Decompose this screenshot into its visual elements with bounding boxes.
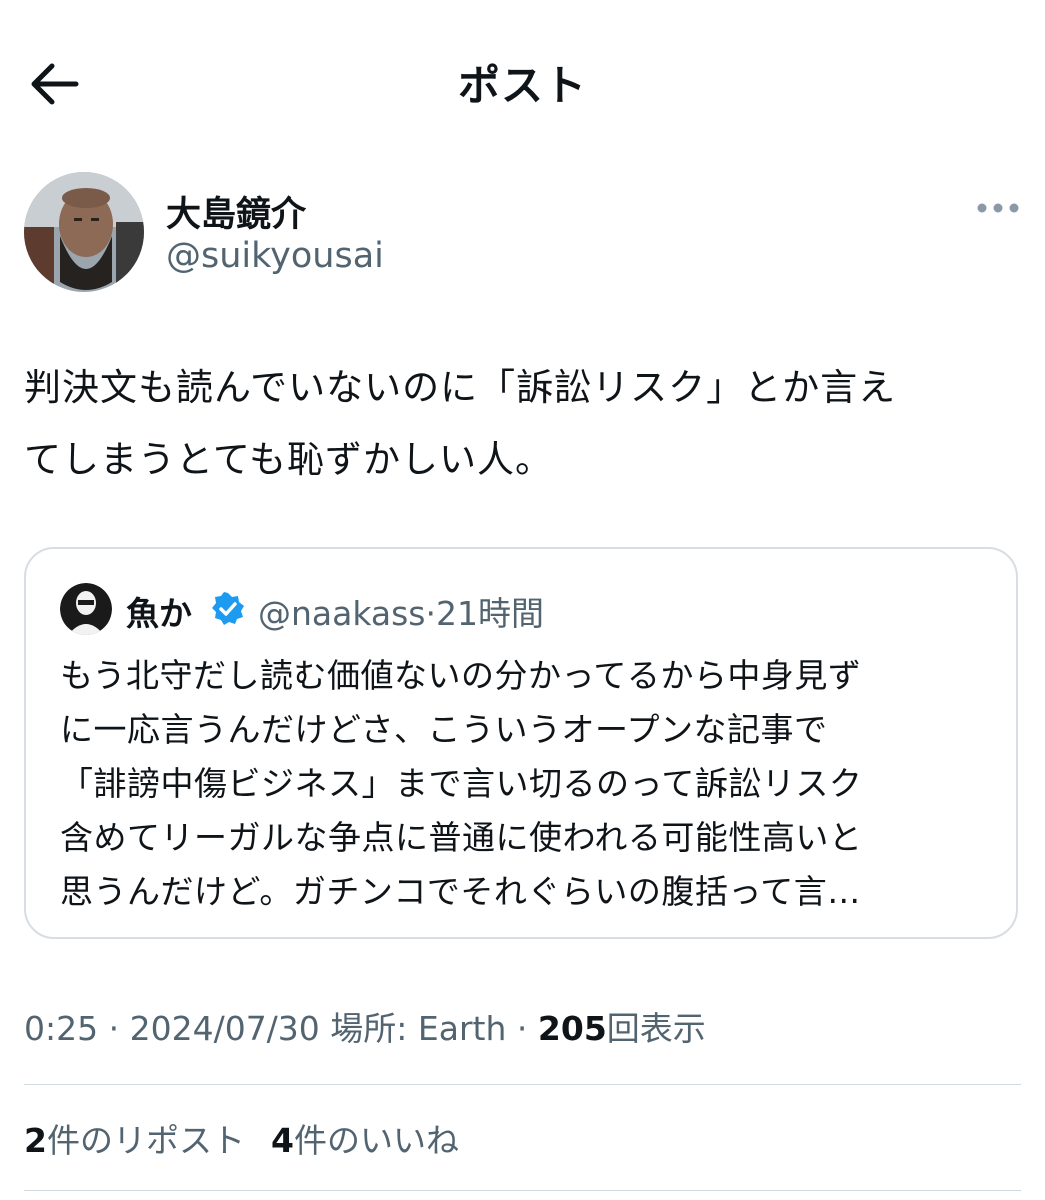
likes-count: 4 xyxy=(270,1121,294,1160)
page-title: ポスト xyxy=(457,61,587,110)
more-horizontal-icon xyxy=(977,203,1019,213)
meta-separator: · xyxy=(98,1009,130,1048)
verified-badge-icon xyxy=(210,591,246,627)
author-display-name[interactable]: 大島鏡介 xyxy=(166,186,306,237)
views-label: 回表示 xyxy=(606,1009,706,1048)
quoted-avatar-image xyxy=(60,583,112,635)
author-handle[interactable]: @suikyousai xyxy=(166,236,384,276)
quoted-handle: @naakass xyxy=(258,594,426,633)
reposts-label: 件のリポスト xyxy=(46,1121,245,1160)
quoted-display-name: 魚か xyxy=(126,594,192,633)
post-author: 大島鏡介 @suikyousai xyxy=(24,172,1024,296)
top-bar: ポスト xyxy=(0,0,1045,165)
post-time[interactable]: 0:25 xyxy=(24,1009,98,1048)
meta-separator: · xyxy=(506,1009,538,1048)
post-metadata: 0:25 · 2024/07/30 場所: Earth · 205回表示 xyxy=(24,1002,706,1050)
quoted-time: 21時間 xyxy=(436,594,544,633)
likes-stat[interactable]: 4件のいいね xyxy=(271,1121,459,1160)
post-text: 判決文も読んでいないのに「訴訟リスク」とか言え てしまうとても恥ずかしい人。 xyxy=(24,366,897,481)
reposts-count: 2 xyxy=(24,1121,47,1160)
divider xyxy=(24,1084,1021,1085)
likes-label: 件のいいね xyxy=(293,1121,459,1160)
quoted-separator: · xyxy=(425,594,437,633)
reposts-stat[interactable]: 2件のリポスト xyxy=(24,1121,245,1160)
views-count: 205 xyxy=(537,1009,607,1048)
divider xyxy=(24,1190,1021,1191)
post-location: 場所: Earth xyxy=(330,1009,507,1048)
quoted-avatar xyxy=(60,583,112,635)
quoted-post-card[interactable]: 魚か @naakass·21時間 もう北守だし読む価値ないの分かってるから中身見… xyxy=(24,547,1018,939)
avatar-image xyxy=(24,172,144,292)
quoted-meta: @naakass·21時間 xyxy=(258,587,544,635)
quoted-text: もう北守だし読む価値ないの分かってるから中身見ず に一応言うんだけどさ、こういう… xyxy=(60,656,863,911)
engagement-stats: 2件のリポスト 4件のいいね xyxy=(24,1114,485,1162)
post-date[interactable]: 2024/07/30 xyxy=(130,1009,320,1048)
avatar[interactable] xyxy=(24,172,144,292)
more-options-button[interactable] xyxy=(972,190,1024,226)
